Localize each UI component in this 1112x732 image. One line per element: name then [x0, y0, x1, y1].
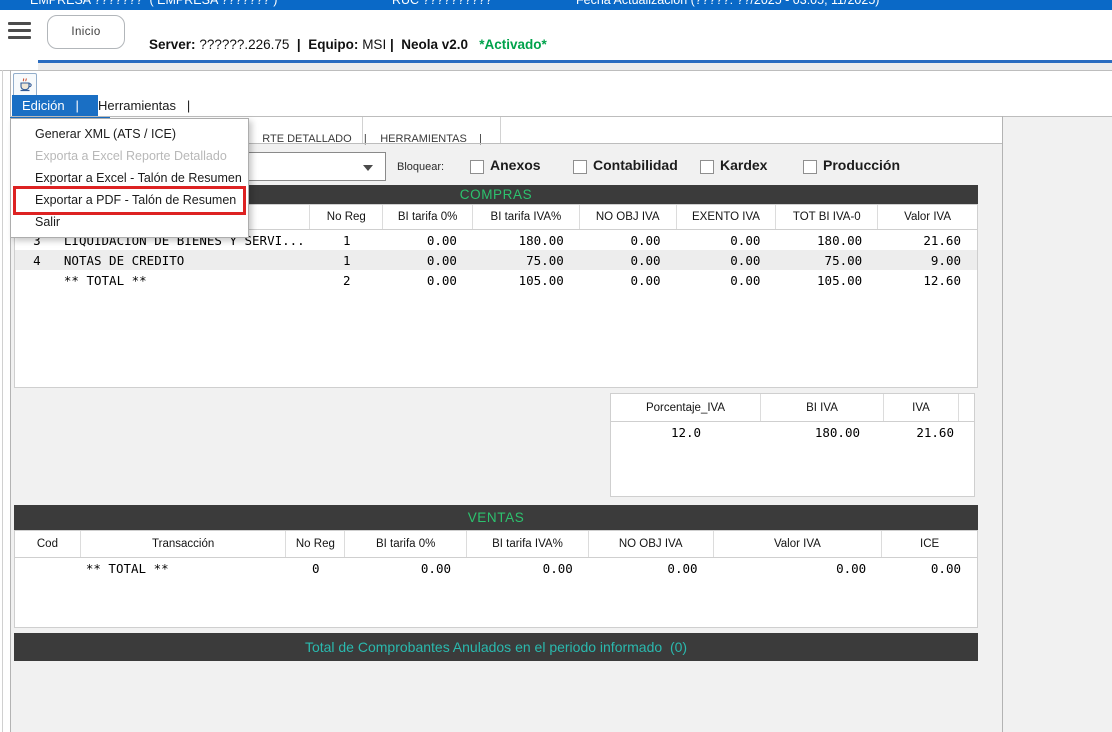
ventas-table: Cod Transacción No Reg BI tarifa 0% BI t…	[14, 530, 978, 628]
right-gray-background	[1003, 116, 1112, 732]
column-header	[959, 394, 974, 421]
iva-summary-header: Porcentaje_IVA BI IVA IVA	[611, 394, 974, 422]
screen: EMPRESA ??????? ( EMPRESA ??????? ) RUC …	[0, 0, 1112, 732]
kardex-checkbox[interactable]	[700, 160, 714, 174]
menubar-herramientas-label: Herramientas |	[98, 98, 190, 113]
menu-item-exporta-excel-detallado: Exporta a Excel Reporte Detallado	[11, 145, 248, 167]
compras-title: COMPRAS	[460, 187, 532, 202]
tab-divider	[362, 117, 363, 143]
chevron-down-icon	[363, 165, 373, 171]
column-header: No Reg	[286, 531, 345, 557]
column-header: Valor IVA	[878, 205, 977, 229]
menu-item-salir[interactable]: Salir	[11, 211, 248, 233]
server-value: ??????.226.75	[196, 37, 297, 52]
column-header: ICE	[882, 531, 977, 557]
contabilidad-checkbox[interactable]	[573, 160, 587, 174]
column-header: TOT BI IVA-0	[776, 205, 878, 229]
inicio-button-label: Inicio	[71, 26, 100, 38]
produccion-checkbox[interactable]	[803, 160, 817, 174]
column-header: NO OBJ IVA	[589, 531, 714, 557]
table-row[interactable]: 12.0 180.00 21.60	[611, 422, 974, 442]
ventas-section-bar: VENTAS	[14, 505, 978, 530]
column-header: EXENTO IVA	[677, 205, 777, 229]
column-header: BI tarifa IVA%	[473, 205, 580, 229]
table-row-total[interactable]: ** TOTAL ** 2 0.00 105.00 0.00 0.00 105.…	[15, 270, 977, 290]
kardex-label: Kardex	[720, 157, 767, 173]
column-header: No Reg	[310, 205, 383, 229]
column-header: Transacción	[81, 531, 287, 557]
java-app-button[interactable]	[13, 73, 37, 97]
column-header: BI IVA	[761, 394, 884, 421]
window-outer-left-border	[2, 70, 3, 732]
titlebar-clipped-text-mid: RUC ??????????	[392, 0, 492, 7]
titlebar-clipped-text-left: EMPRESA ??????? ( EMPRESA ??????? )	[30, 0, 277, 7]
ventas-table-header: Cod Transacción No Reg BI tarifa 0% BI t…	[15, 531, 977, 558]
equipo-label: Equipo:	[301, 37, 359, 52]
produccion-label: Producción	[823, 157, 900, 173]
status-activado: *Activado*	[468, 37, 547, 52]
anexos-label: Anexos	[490, 157, 541, 173]
edicion-dropdown-menu: Generar XML (ATS / ICE) Exporta a Excel …	[10, 118, 249, 238]
column-header: BI tarifa IVA%	[467, 531, 589, 557]
column-header: BI tarifa 0%	[345, 531, 467, 557]
table-row-total[interactable]: ** TOTAL ** 0 0.00 0.00 0.00 0.00 0.00	[15, 558, 977, 578]
app-version: Neola v2.0	[394, 37, 468, 52]
background-window-strip	[38, 63, 1112, 70]
window-top-border	[0, 70, 1112, 71]
window-titlebar: EMPRESA ??????? ( EMPRESA ??????? ) RUC …	[0, 0, 1112, 10]
table-row[interactable]: 4 NOTAS DE CREDITO 1 0.00 75.00 0.00 0.0…	[15, 250, 977, 270]
anulados-footer-bar: Total de Comprobantes Anulados en el per…	[14, 633, 978, 661]
inicio-button[interactable]: Inicio	[47, 15, 125, 49]
titlebar-clipped-text-right: Fecha Actualización (?????: ??/2025 - 03…	[576, 0, 879, 7]
column-header: Porcentaje_IVA	[611, 394, 761, 421]
column-header: BI tarifa 0%	[383, 205, 473, 229]
menu-item-generar-xml[interactable]: Generar XML (ATS / ICE)	[11, 123, 248, 145]
menubar-item-edicion[interactable]: Edición |	[12, 95, 98, 116]
iva-summary-table: Porcentaje_IVA BI IVA IVA 12.0 180.00 21…	[610, 393, 975, 497]
equipo-value: MSI	[358, 37, 390, 52]
tabs-row-top-border	[10, 116, 1112, 117]
java-coffee-icon	[17, 77, 33, 93]
column-header: Cod	[15, 531, 81, 557]
tab-divider	[500, 117, 501, 143]
contabilidad-label: Contabilidad	[593, 157, 678, 173]
menu-item-exportar-excel-talon[interactable]: Exportar a Excel - Talón de Resumen	[11, 167, 248, 189]
menu-item-exportar-pdf-talon[interactable]: Exportar a PDF - Talón de Resumen	[11, 189, 248, 211]
bloquear-label: Bloquear:	[397, 161, 444, 173]
column-header: IVA	[884, 394, 959, 421]
server-label: Server:	[149, 37, 196, 52]
column-header: Valor IVA	[714, 531, 883, 557]
column-header: NO OBJ IVA	[580, 205, 677, 229]
menubar-edicion-label: Edición |	[22, 98, 79, 113]
anulados-text: Total de Comprobantes Anulados en el per…	[305, 639, 687, 655]
content-right-border	[1002, 116, 1003, 732]
ventas-title: VENTAS	[468, 510, 525, 525]
anexos-checkbox[interactable]	[470, 160, 484, 174]
menubar-item-herramientas[interactable]: Herramientas |	[98, 95, 190, 116]
